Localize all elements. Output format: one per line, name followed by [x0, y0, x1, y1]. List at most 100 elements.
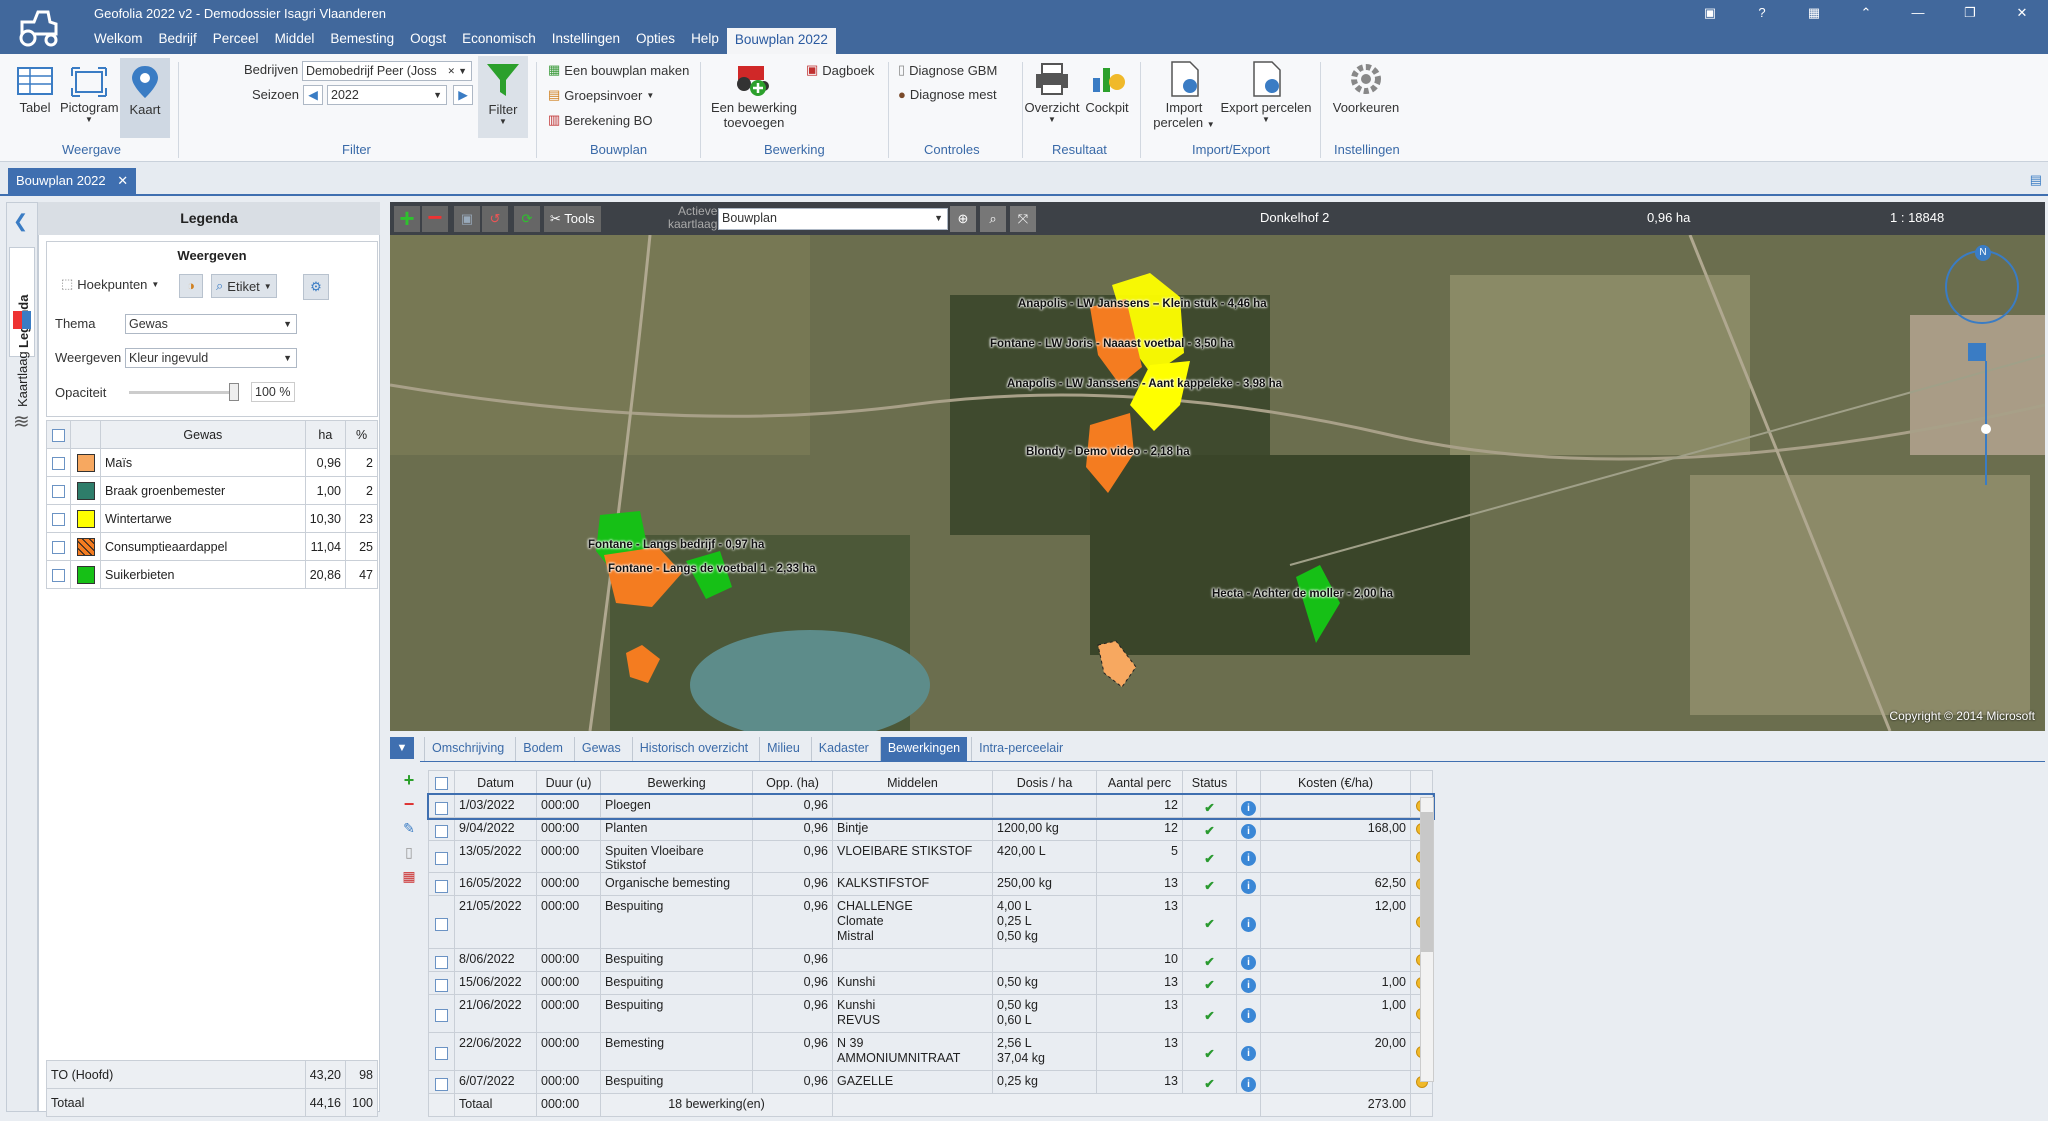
tab-milieu[interactable]: Milieu [759, 737, 807, 761]
row-checkbox[interactable] [435, 1077, 448, 1091]
col-header[interactable]: Datum [454, 770, 537, 795]
filter-button[interactable]: Filter ▼ [478, 56, 528, 138]
legend-row[interactable]: Suikerbieten 20,86 47 [46, 560, 378, 589]
row-checkbox[interactable] [435, 852, 448, 866]
field-label[interactable]: Fontane - LW Joris - Naaast voetbal - 3,… [990, 338, 1233, 350]
ops-scrollbar[interactable] [1420, 797, 1434, 1082]
info-icon[interactable]: i [1241, 1008, 1256, 1023]
tab-kadaster[interactable]: Kadaster [810, 737, 876, 761]
tab-historisch-overzicht[interactable]: Historisch overzicht [631, 737, 755, 761]
tab-bouwplan-2022[interactable]: Bouwplan 2022 ✕ [8, 168, 137, 194]
row-checkbox-cell[interactable] [46, 476, 71, 505]
row-checkbox-cell[interactable] [46, 448, 71, 477]
remove-icon[interactable]: − [422, 204, 448, 232]
calculator-icon[interactable]: ▦ [1788, 0, 1840, 26]
row-checkbox-cell[interactable] [46, 532, 71, 561]
zoom-search-icon[interactable]: ⌕ [980, 206, 1006, 232]
map-view[interactable]: N Anapolis - LW Janssens – Klein stuk - … [390, 235, 2045, 731]
collapse-details-icon[interactable]: ▼ [390, 737, 414, 759]
collapse-left-icon[interactable]: ❮ [13, 211, 28, 232]
add-operation-icon[interactable]: + [398, 768, 420, 792]
ha-header[interactable]: ha [304, 420, 347, 449]
next-season-button[interactable]: ▶ [453, 85, 473, 105]
info-icon[interactable]: i [1241, 954, 1256, 970]
import-percelen-button[interactable]: Import percelen ▼ [1148, 60, 1220, 130]
opacity-input[interactable]: 100 % [251, 382, 295, 402]
copy-operation-icon[interactable]: ▯ [398, 840, 420, 864]
legend-row[interactable]: Wintertarwe 10,30 23 [46, 504, 378, 533]
field-label[interactable]: Blondy - Demo video - 2,18 ha [1026, 446, 1190, 458]
zoom-extent-icon[interactable]: ⊕ [950, 206, 976, 232]
active-layer-select[interactable]: Bouwplan ▼ [718, 208, 948, 230]
zoom-slider-handle[interactable] [1979, 423, 1993, 437]
tab-bodem[interactable]: Bodem [515, 737, 570, 761]
delete-operation-icon[interactable]: − [398, 792, 420, 816]
row-checkbox-cell[interactable] [428, 1070, 455, 1094]
col-header[interactable]: Opp. (ha) [752, 770, 833, 795]
dagboek-button[interactable]: ▣ Dagboek [806, 62, 874, 78]
legend-row[interactable]: Braak groenbemester 1,00 2 [46, 476, 378, 505]
operation-row[interactable]: 15/06/2022 000:00 Bespuiting 0,96 Kunshi 0,50… [428, 971, 1433, 995]
col-header[interactable]: Duur (u) [536, 770, 601, 795]
row-checkbox[interactable] [52, 484, 65, 498]
bewerking-toevoegen-button[interactable]: Een bewerking toevoegen [708, 58, 800, 130]
row-checkbox-cell[interactable] [46, 560, 71, 589]
row-checkbox[interactable] [52, 568, 65, 582]
info-icon[interactable]: i [1241, 916, 1256, 932]
zoom-in-icon[interactable] [1968, 343, 1986, 361]
diagnose-gbm-button[interactable]: ▯ Diagnose GBM [898, 62, 997, 78]
operation-row[interactable]: 9/04/2022 000:00 Planten 0,96 Bintje 1200,00 … [428, 817, 1433, 841]
info-cell[interactable]: i [1236, 872, 1261, 896]
undo-icon[interactable]: ↺ [482, 206, 508, 232]
info-icon[interactable]: i [1241, 1046, 1256, 1061]
info-icon[interactable]: i [1241, 823, 1256, 839]
gewas-header[interactable]: Gewas [100, 420, 306, 449]
legend-row[interactable]: Maïs 0,96 2 [46, 448, 378, 477]
col-header[interactable]: Dosis / ha [992, 770, 1097, 795]
tab-gewas[interactable]: Gewas [573, 737, 628, 761]
row-checkbox[interactable] [435, 879, 448, 893]
pictogram-button[interactable]: Pictogram ▼ [60, 64, 119, 124]
field-label[interactable]: Fontane - Langs bedrijf - 0,97 ha [588, 539, 764, 551]
menu-oogst[interactable]: Oogst [402, 28, 454, 54]
menu-economisch[interactable]: Economisch [454, 28, 544, 54]
info-icon[interactable]: i [1241, 851, 1256, 866]
legend-row[interactable]: Consumptieaardappel 11,04 25 [46, 532, 378, 561]
info-icon[interactable]: i [1241, 878, 1256, 894]
operation-row[interactable]: 22/06/2022 000:00 Bemesting 0,96 N 39 AMMONIU… [428, 1032, 1433, 1071]
refresh-icon[interactable]: ⟳ [514, 206, 540, 232]
row-checkbox-cell[interactable] [428, 840, 455, 873]
row-checkbox-cell[interactable] [428, 1032, 455, 1071]
menu-bemesting[interactable]: Bemesting [322, 28, 402, 54]
info-cell[interactable]: i [1236, 817, 1261, 841]
field-label[interactable]: Fontane - Langs de voetbal 1 - 2,33 ha [608, 563, 816, 575]
select-all-checkbox[interactable] [52, 428, 65, 442]
col-header[interactable]: Aantal perc [1096, 770, 1183, 795]
minimize-icon[interactable]: — [1892, 0, 1944, 26]
add-icon[interactable]: + [394, 205, 420, 232]
row-checkbox-cell[interactable] [428, 794, 455, 818]
overzicht-button[interactable]: Overzicht ▼ [1024, 60, 1080, 124]
weergeven-select[interactable]: Kleur ingevuld ▼ [125, 348, 297, 368]
menu-instellingen[interactable]: Instellingen [544, 28, 628, 54]
opacity-slider[interactable] [129, 383, 239, 401]
field-label[interactable]: Anapolis - LW Janssens – Klein stuk - 4,… [1018, 298, 1267, 310]
menu-middel[interactable]: Middel [267, 28, 323, 54]
collapse-icon[interactable]: ⌃ [1840, 0, 1892, 26]
row-checkbox-cell[interactable] [428, 817, 455, 841]
seizoen-select[interactable]: 2022 ▼ [327, 85, 447, 105]
col-header[interactable]: Middelen [832, 770, 993, 795]
row-checkbox-cell[interactable] [428, 971, 455, 995]
diagnose-mest-button[interactable]: ● Diagnose mest [898, 87, 997, 102]
menu-bouwplan-2022[interactable]: Bouwplan 2022 [726, 28, 836, 54]
bouwplan-maken-button[interactable]: ▦ Een bouwplan maken [548, 62, 689, 78]
row-checkbox-cell[interactable] [428, 994, 455, 1033]
clear-icon[interactable]: ✕ [447, 62, 455, 80]
present-icon[interactable]: ▣ [1684, 0, 1736, 26]
row-checkbox[interactable] [435, 824, 448, 838]
row-checkbox[interactable] [435, 955, 448, 969]
pct-header[interactable]: % [345, 420, 378, 449]
operation-row[interactable]: 21/06/2022 000:00 Bespuiting 0,96 Kunshi REVU… [428, 994, 1433, 1033]
opacity-slider-handle[interactable] [229, 383, 239, 401]
voorkeuren-button[interactable]: Voorkeuren [1328, 60, 1404, 115]
